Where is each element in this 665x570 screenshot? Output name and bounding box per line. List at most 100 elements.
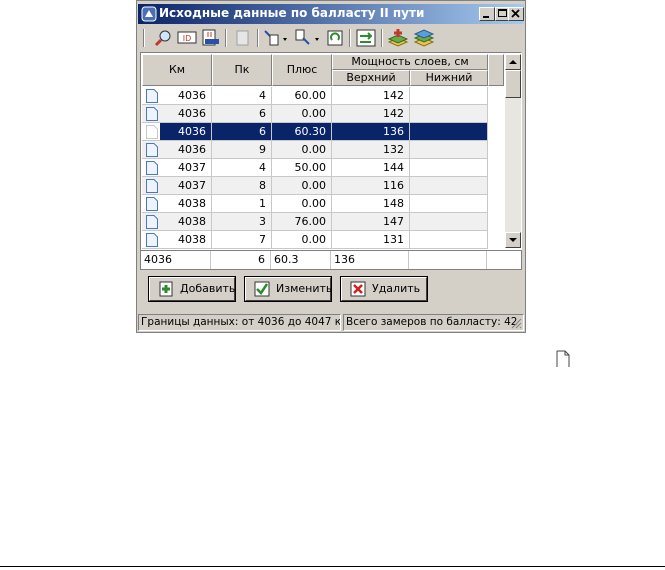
- cell-plus[interactable]: 0.00: [272, 141, 332, 159]
- cell-pk[interactable]: 1: [212, 195, 272, 213]
- row-indicator[interactable]: [142, 87, 160, 105]
- table-row[interactable]: 4036 6 0.00 142: [142, 105, 489, 123]
- id-icon[interactable]: ID: [177, 28, 197, 48]
- cell-lower[interactable]: [410, 141, 488, 159]
- cell-km[interactable]: 4037: [160, 159, 212, 177]
- add-button[interactable]: Добавить: [148, 276, 236, 302]
- cell-km[interactable]: 4036: [160, 141, 212, 159]
- cell-pk[interactable]: 3: [212, 213, 272, 231]
- cell-plus[interactable]: 76.00: [272, 213, 332, 231]
- scroll-up-button[interactable]: [505, 54, 521, 70]
- header-lower[interactable]: Нижний: [410, 70, 488, 86]
- close-icon: [511, 9, 520, 18]
- cell-lower[interactable]: [410, 177, 488, 195]
- row-indicator[interactable]: [142, 159, 160, 177]
- resize-grip-icon[interactable]: [510, 317, 522, 329]
- cell-plus[interactable]: 0.00: [272, 105, 332, 123]
- cell-lower[interactable]: [410, 195, 488, 213]
- table-row[interactable]: 4036 9 0.00 132: [142, 141, 489, 159]
- table-row[interactable]: 4037 8 0.00 116: [142, 177, 489, 195]
- cell-km[interactable]: 4036: [160, 105, 212, 123]
- cell-pk[interactable]: 4: [212, 159, 272, 177]
- scroll-thumb[interactable]: [505, 70, 521, 98]
- cell-upper[interactable]: 142: [332, 105, 410, 123]
- cell-km[interactable]: 4036: [160, 123, 212, 141]
- copy-icon[interactable]: [263, 28, 289, 48]
- cell-pk[interactable]: 6: [212, 105, 272, 123]
- cell-pk[interactable]: 6: [212, 123, 272, 141]
- vertical-scrollbar[interactable]: [505, 54, 521, 248]
- cell-plus[interactable]: 60.30: [272, 123, 332, 141]
- cell-plus[interactable]: 50.00: [272, 159, 332, 177]
- cell-lower[interactable]: [410, 123, 488, 141]
- table-row[interactable]: 4036 4 60.00 142: [142, 87, 489, 105]
- cell-pk[interactable]: 4: [212, 87, 272, 105]
- row-indicator[interactable]: [142, 123, 160, 141]
- edit-km-field[interactable]: 4036: [141, 251, 211, 269]
- add-icon: [159, 281, 173, 297]
- edit-upper-field[interactable]: 136: [331, 251, 409, 269]
- table-row[interactable]: 4037 4 50.00 144: [142, 159, 489, 177]
- row-indicator[interactable]: [142, 231, 160, 249]
- close-button[interactable]: [508, 7, 524, 21]
- add-layer-icon[interactable]: [387, 28, 409, 48]
- cell-plus[interactable]: 60.00: [272, 87, 332, 105]
- edit-button[interactable]: Изменить: [244, 276, 332, 302]
- search-icon[interactable]: [153, 28, 173, 48]
- title-bar[interactable]: Исходные данные по балласту II пути: [138, 4, 524, 24]
- cell-pk[interactable]: 7: [212, 231, 272, 249]
- cell-km[interactable]: 4038: [160, 231, 212, 249]
- row-indicator[interactable]: [142, 141, 160, 159]
- cell-upper[interactable]: 131: [332, 231, 410, 249]
- cell-lower[interactable]: [410, 231, 488, 249]
- cell-upper[interactable]: 116: [332, 177, 410, 195]
- cell-upper[interactable]: 142: [332, 87, 410, 105]
- scroll-down-button[interactable]: [505, 232, 521, 248]
- cell-lower[interactable]: [410, 213, 488, 231]
- layers-icon[interactable]: [413, 28, 435, 48]
- cell-lower[interactable]: [410, 105, 488, 123]
- row-indicator[interactable]: [142, 105, 160, 123]
- refresh-icon[interactable]: [325, 28, 345, 48]
- cell-upper[interactable]: 147: [332, 213, 410, 231]
- row-indicator[interactable]: [142, 195, 160, 213]
- cell-lower[interactable]: [410, 87, 488, 105]
- delete-button[interactable]: Удалить: [340, 276, 428, 302]
- table-row[interactable]: 4038 7 0.00 131: [142, 231, 489, 249]
- cell-upper[interactable]: 132: [332, 141, 410, 159]
- table-row[interactable]: 4038 3 76.00 147: [142, 213, 489, 231]
- ballast-data-window: Исходные данные по балласту II пути ID К…: [136, 0, 526, 333]
- add-button-label: Добавить: [180, 282, 236, 295]
- header-plus[interactable]: Плюс: [272, 54, 332, 86]
- cell-plus[interactable]: 0.00: [272, 195, 332, 213]
- header-km[interactable]: Км: [142, 54, 212, 86]
- cell-lower[interactable]: [410, 159, 488, 177]
- cell-upper[interactable]: 148: [332, 195, 410, 213]
- table-row[interactable]: 4038 1 0.00 148: [142, 195, 489, 213]
- cell-plus[interactable]: 0.00: [272, 231, 332, 249]
- swap-icon[interactable]: [355, 28, 377, 48]
- cell-km[interactable]: 4036: [160, 87, 212, 105]
- cell-km[interactable]: 4037: [160, 177, 212, 195]
- edit-plus-field[interactable]: 60.3: [271, 251, 331, 269]
- cell-km[interactable]: 4038: [160, 195, 212, 213]
- toolbar-separator: [381, 29, 383, 47]
- cell-upper[interactable]: 144: [332, 159, 410, 177]
- cell-km[interactable]: 4038: [160, 213, 212, 231]
- row-indicator[interactable]: [142, 213, 160, 231]
- document-icon: [146, 107, 158, 121]
- export-icon[interactable]: [201, 28, 221, 48]
- toolbar-separator: [257, 29, 259, 47]
- cell-pk[interactable]: 8: [212, 177, 272, 195]
- table-row[interactable]: 4036 6 60.30 136: [142, 123, 489, 141]
- paste-icon[interactable]: [293, 28, 321, 48]
- edit-lower-field[interactable]: [409, 251, 487, 269]
- cell-pk[interactable]: 9: [212, 141, 272, 159]
- cell-plus[interactable]: 0.00: [272, 177, 332, 195]
- header-pk[interactable]: Пк: [212, 54, 272, 86]
- cell-upper[interactable]: 136: [332, 123, 410, 141]
- header-upper[interactable]: Верхний: [332, 70, 410, 86]
- row-indicator[interactable]: [142, 177, 160, 195]
- minimize-button[interactable]: [479, 7, 495, 21]
- edit-pk-field[interactable]: 6: [211, 251, 271, 269]
